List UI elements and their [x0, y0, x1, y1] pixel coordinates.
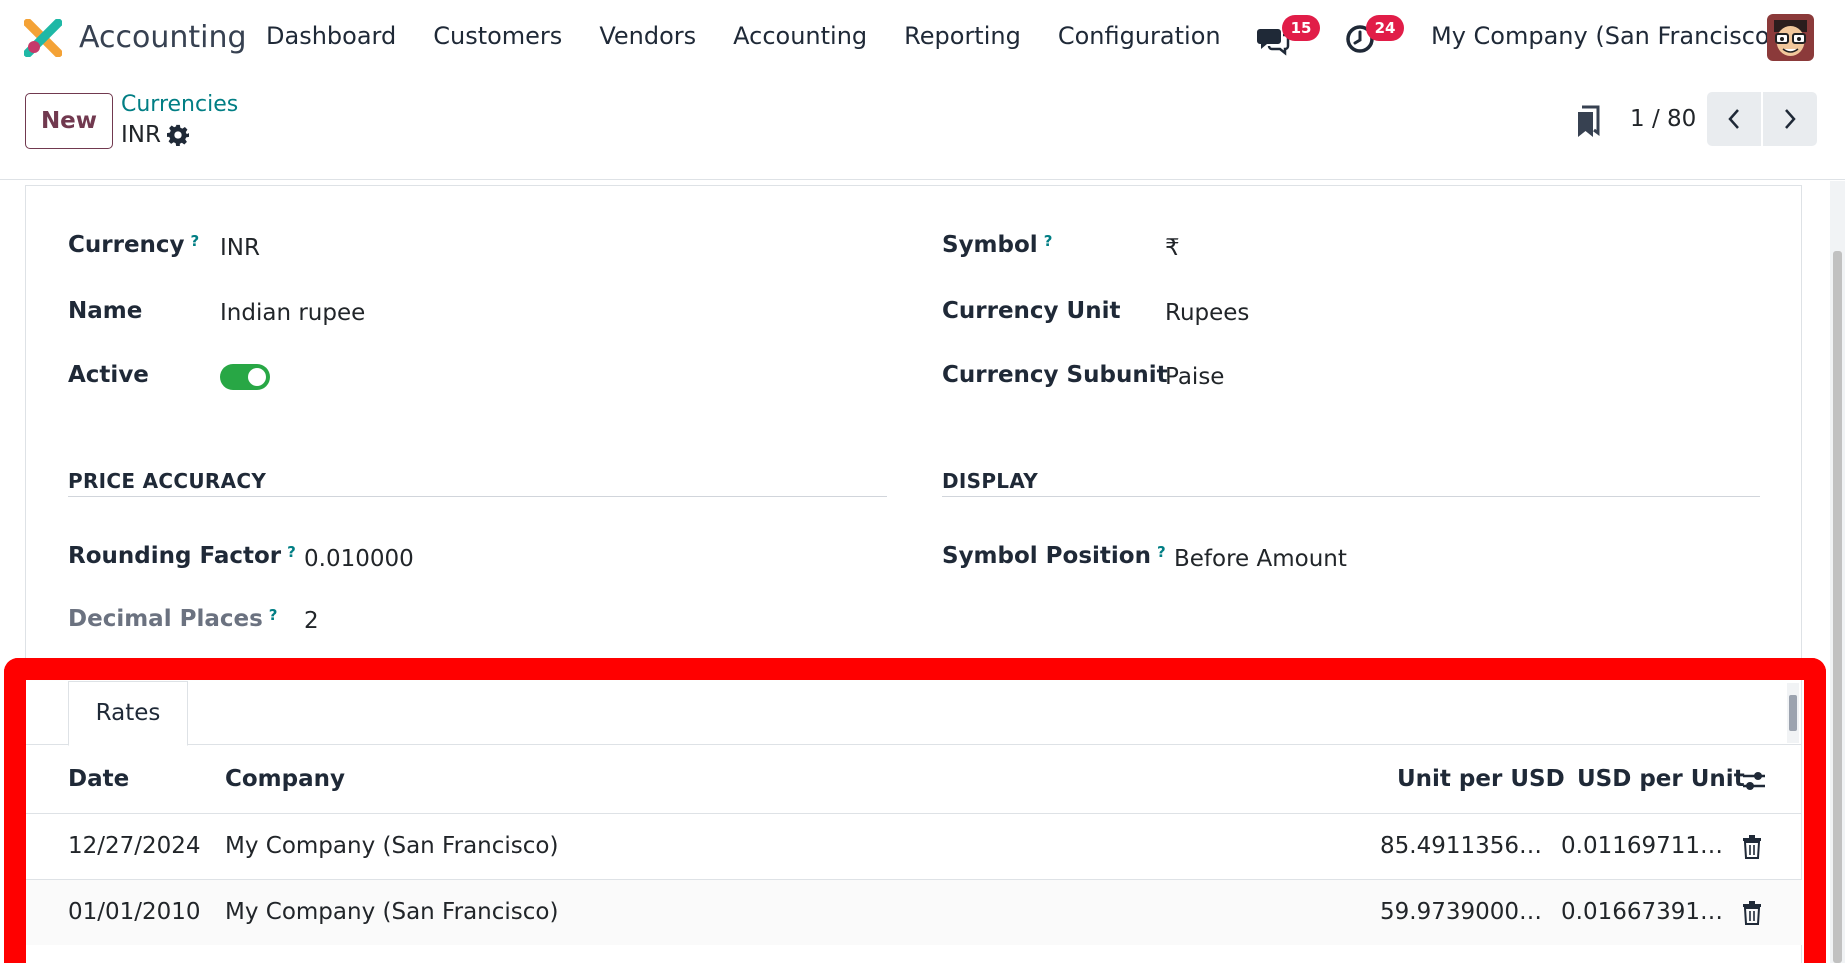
notebook-tabs: Rates: [25, 681, 1802, 746]
chevron-right-icon: [1785, 109, 1796, 129]
help-icon[interactable]: ?: [1157, 543, 1166, 561]
menu-vendors[interactable]: Vendors: [599, 22, 696, 50]
name-field[interactable]: Indian rupee: [220, 300, 365, 326]
column-settings-icon[interactable]: [1741, 770, 1767, 792]
table-row[interactable]: 01/01/2010 My Company (San Francisco) 59…: [25, 879, 1802, 945]
rounding-factor-field[interactable]: 0.010000: [304, 546, 414, 572]
section-divider: [942, 496, 1760, 497]
name-label: Name: [68, 298, 143, 324]
record-title: INR: [121, 122, 161, 148]
decimal-places-field: 2: [304, 608, 319, 634]
pager-previous-button[interactable]: [1707, 92, 1761, 146]
pager-value[interactable]: 1 / 80: [1630, 106, 1696, 132]
accounting-app-icon[interactable]: [24, 19, 62, 57]
rate-company[interactable]: My Company (San Francisco): [225, 833, 558, 859]
column-header-company[interactable]: Company: [225, 766, 345, 792]
section-divider: [68, 496, 887, 497]
display-title: DISPLAY: [942, 469, 1038, 493]
user-avatar[interactable]: [1767, 14, 1814, 61]
currency-unit-field[interactable]: Rupees: [1165, 300, 1249, 326]
chevron-left-icon: [1728, 109, 1739, 129]
active-toggle[interactable]: [220, 364, 270, 390]
column-header-unit-per-usd[interactable]: Unit per USD: [1397, 766, 1565, 792]
menu-customers[interactable]: Customers: [433, 22, 562, 50]
main-menu: Dashboard Customers Vendors Accounting R…: [266, 22, 1258, 50]
symbol-position-field[interactable]: Before Amount: [1174, 546, 1347, 572]
price-accuracy-title: PRICE ACCURACY: [68, 469, 267, 493]
tabs-scrollbar[interactable]: [1787, 683, 1799, 743]
help-icon[interactable]: ?: [269, 606, 278, 624]
currency-unit-label: Currency Unit: [942, 298, 1121, 324]
help-icon[interactable]: ?: [287, 543, 296, 561]
rate-unit-per-usd[interactable]: 59.9739000…: [1380, 899, 1542, 925]
app-title[interactable]: Accounting: [79, 20, 247, 55]
breadcrumb-current: INR: [121, 122, 189, 148]
rate-unit-per-usd[interactable]: 85.4911356…: [1380, 833, 1542, 859]
symbol-field[interactable]: ₹: [1165, 235, 1180, 261]
currency-field[interactable]: INR: [220, 235, 260, 261]
symbol-position-label: Symbol Position?: [942, 543, 1166, 569]
pager-next-button[interactable]: [1763, 92, 1817, 146]
new-button[interactable]: New: [25, 93, 113, 149]
currency-label: Currency?: [68, 232, 200, 258]
trash-icon[interactable]: [1742, 901, 1762, 925]
rate-usd-per-unit[interactable]: 0.01667391…: [1561, 899, 1723, 925]
bookmark-icon[interactable]: [1576, 105, 1600, 139]
rate-company[interactable]: My Company (San Francisco): [225, 899, 558, 925]
column-header-usd-per-unit[interactable]: USD per Unit: [1577, 766, 1745, 792]
currency-subunit-field[interactable]: Paise: [1165, 364, 1224, 390]
table-row[interactable]: 12/27/2024 My Company (San Francisco) 85…: [25, 813, 1802, 879]
activities-badge: 24: [1366, 15, 1404, 41]
symbol-label: Symbol?: [942, 232, 1053, 258]
rounding-factor-label: Rounding Factor?: [68, 543, 296, 569]
column-header-date[interactable]: Date: [68, 766, 129, 792]
company-switcher[interactable]: My Company (San Francisco): [1431, 22, 1779, 50]
top-navbar: Accounting Dashboard Customers Vendors A…: [0, 0, 1845, 76]
rate-date[interactable]: 12/27/2024: [68, 833, 201, 859]
rate-date[interactable]: 01/01/2010: [68, 899, 201, 925]
control-panel-divider: [0, 179, 1845, 180]
rate-usd-per-unit[interactable]: 0.01169711…: [1561, 833, 1723, 859]
help-icon[interactable]: ?: [1044, 232, 1053, 250]
menu-configuration[interactable]: Configuration: [1058, 22, 1221, 50]
help-icon[interactable]: ?: [191, 232, 200, 250]
gear-icon[interactable]: [166, 124, 189, 146]
active-label: Active: [68, 362, 149, 388]
menu-dashboard[interactable]: Dashboard: [266, 22, 396, 50]
decimal-places-label: Decimal Places?: [68, 606, 278, 632]
breadcrumb-currencies[interactable]: Currencies: [121, 92, 238, 117]
messages-badge: 15: [1282, 15, 1320, 41]
menu-reporting[interactable]: Reporting: [904, 22, 1021, 50]
tab-rates[interactable]: Rates: [68, 681, 188, 746]
trash-icon[interactable]: [1742, 835, 1762, 859]
menu-accounting[interactable]: Accounting: [733, 22, 867, 50]
page-scrollbar[interactable]: [1830, 181, 1845, 963]
currency-subunit-label: Currency Subunit: [942, 362, 1168, 388]
